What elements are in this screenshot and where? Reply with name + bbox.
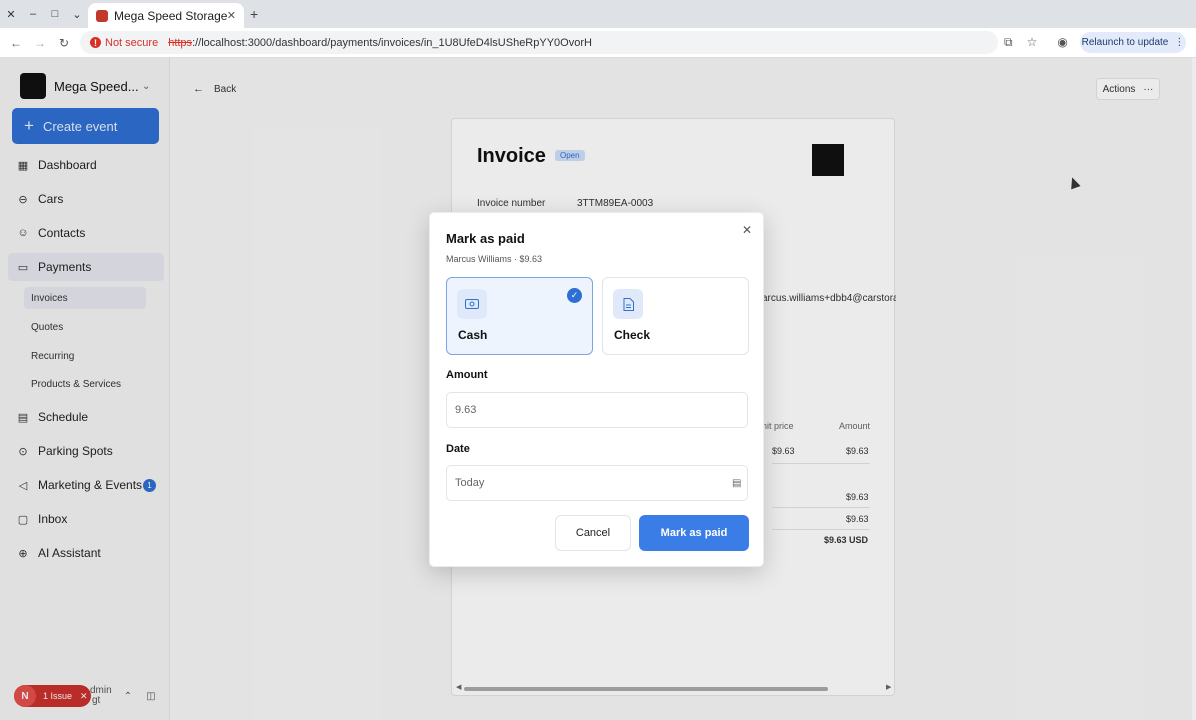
install-app-icon[interactable]: ⧉ [1004, 35, 1013, 50]
check-circle-icon: ✓ [567, 288, 582, 303]
close-icon[interactable]: ✕ [742, 223, 752, 237]
dialog-title: Mark as paid [446, 231, 525, 246]
not-secure-label[interactable]: Not secure [105, 37, 158, 49]
more-menu-icon: ⋮ [1174, 37, 1185, 48]
profile-icon[interactable]: ◉ [1057, 35, 1067, 50]
tab-title: Mega Speed Storage [114, 8, 227, 23]
payment-method-check[interactable]: Check [602, 277, 749, 355]
forward-nav-icon[interactable]: → [28, 36, 52, 50]
amount-input[interactable] [446, 392, 748, 428]
back-nav-icon[interactable]: ← [4, 36, 28, 50]
payment-method-cash[interactable]: Cash ✓ [446, 277, 593, 355]
url-scheme: https [168, 36, 193, 49]
cancel-button[interactable]: Cancel [555, 515, 631, 551]
tab-close-icon[interactable]: ✕ [227, 9, 236, 22]
reload-icon[interactable]: ↻ [52, 36, 76, 50]
date-picker[interactable]: Today [446, 465, 748, 501]
document-icon [613, 289, 643, 319]
tab-list-icon[interactable]: ⌄ [66, 8, 88, 21]
browser-tab-bar: ✕ – □ ⌄ Mega Speed Storage ✕ + [0, 0, 1196, 28]
date-value: Today [455, 477, 485, 489]
relaunch-button[interactable]: Relaunch to update ⋮ [1080, 32, 1186, 53]
warning-icon: ! [90, 37, 101, 48]
mark-as-paid-dialog: ✕ Mark as paid Marcus Williams · $9.63 C… [429, 212, 764, 567]
date-label: Date [446, 443, 470, 455]
amount-label: Amount [446, 369, 488, 381]
browser-tab[interactable]: Mega Speed Storage ✕ [88, 3, 244, 28]
browser-toolbar: ← → ↻ ! Not secure https ://localhost:30… [0, 28, 1196, 58]
mark-as-paid-label: Mark as paid [660, 527, 728, 539]
payment-method-label: Check [614, 328, 651, 342]
dialog-subtitle: Marcus Williams · $9.63 [446, 254, 543, 264]
new-tab-icon[interactable]: + [250, 6, 258, 22]
payment-method-label: Cash [458, 328, 488, 342]
mark-as-paid-button[interactable]: Mark as paid [639, 515, 749, 551]
cash-icon [457, 289, 487, 319]
minimize-window-icon[interactable]: – [22, 8, 44, 20]
bookmark-star-icon[interactable]: ☆ [1027, 35, 1038, 50]
url-path: ://localhost:3000/dashboard/payments/inv… [192, 36, 592, 49]
relaunch-label: Relaunch to update [1081, 37, 1169, 48]
site-favicon-icon [96, 9, 108, 22]
page-scrollbar[interactable] [1192, 58, 1196, 720]
calendar-icon[interactable]: ▤ [732, 478, 741, 489]
close-window-icon[interactable]: ✕ [0, 8, 22, 21]
maximize-window-icon[interactable]: □ [44, 8, 66, 20]
cancel-label: Cancel [575, 527, 611, 539]
address-bar[interactable]: ! Not secure https ://localhost:3000/das… [80, 31, 998, 54]
